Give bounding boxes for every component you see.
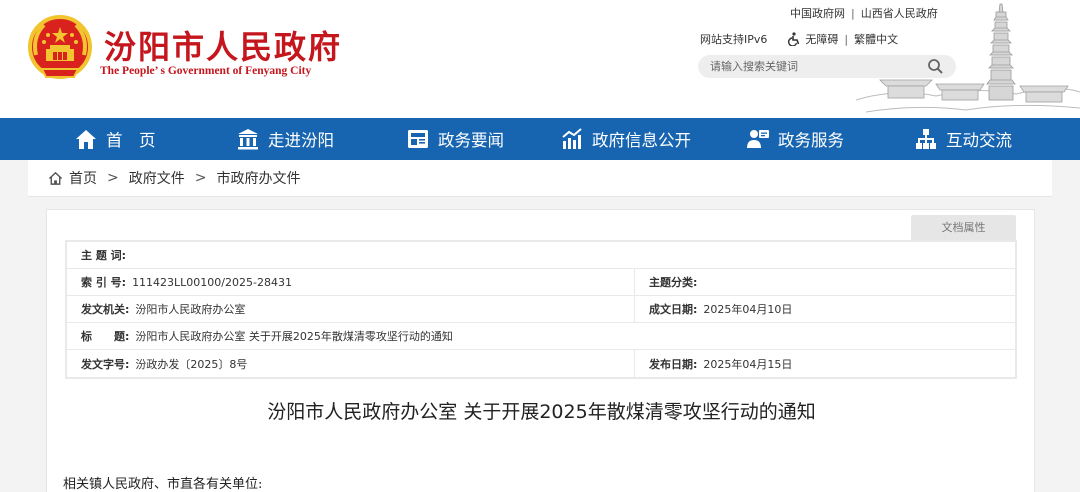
wheelchair-icon bbox=[788, 32, 800, 46]
document-title: 汾阳市人民政府办公室 关于开展2025年散煤清零攻坚行动的通知 bbox=[267, 401, 816, 423]
meta-row-keywords: 主 题 词: bbox=[67, 242, 1015, 269]
meta-label: 主 题 词: bbox=[81, 249, 127, 262]
meta-cell: 成文日期: 2025年04月10日 bbox=[635, 296, 792, 322]
doc-properties-table: 主 题 词: 索 引 号: 111423LL00100/2025-28431 主… bbox=[65, 240, 1017, 379]
breadcrumb-office-docs[interactable]: 市政府办文件 bbox=[216, 168, 300, 188]
site-subtitle: The People’ s Government of Fenyang City bbox=[100, 65, 312, 77]
main-nav: 首 页 走进汾阳 政务要闻 政府信息公开 政务服务 互动交流 bbox=[0, 118, 1080, 160]
breadcrumb-separator: > bbox=[194, 170, 207, 186]
national-emblem-icon bbox=[28, 15, 92, 79]
divider: | bbox=[844, 32, 849, 46]
meta-cell: 标 题: 汾阳市人民政府办公室 关于开展2025年散煤清零攻坚行动的通知 bbox=[67, 323, 1015, 349]
meta-cell: 发文机关: 汾阳市人民政府办公室 bbox=[67, 296, 635, 322]
home-icon bbox=[48, 171, 63, 185]
meta-row-issuer: 发文机关: 汾阳市人民政府办公室 成文日期: 2025年04月10日 bbox=[67, 296, 1015, 323]
pagoda-scenery-icon bbox=[856, 3, 1080, 113]
meta-cell: 主题分类: bbox=[635, 269, 703, 295]
nav-item-news[interactable]: 政务要闻 bbox=[406, 118, 504, 160]
divider: | bbox=[851, 7, 855, 20]
meta-label: 发文字号: bbox=[81, 357, 130, 371]
service-icon bbox=[747, 130, 769, 148]
meta-row-docno: 发文字号: 汾政办发〔2025〕8号 发布日期: 2025年04月15日 bbox=[67, 350, 1015, 377]
meta-cell: 主 题 词: bbox=[67, 242, 1015, 268]
meta-cell: 发文字号: 汾政办发〔2025〕8号 bbox=[67, 350, 635, 377]
meta-label: 索 引 号: bbox=[81, 276, 127, 289]
chart-icon bbox=[562, 128, 582, 149]
newspaper-icon bbox=[408, 130, 428, 148]
breadcrumb-separator: > bbox=[107, 170, 119, 186]
doc-properties-tab[interactable]: 文档属性 bbox=[911, 215, 1016, 240]
meta-label: 标 题: bbox=[81, 330, 130, 343]
meta-label: 成文日期: bbox=[649, 303, 698, 316]
meta-value: 2025年04月15日 bbox=[703, 357, 793, 371]
nav-item-services[interactable]: 政务服务 bbox=[746, 118, 844, 160]
meta-value: 2025年04月10日 bbox=[703, 303, 793, 316]
nav-item-home[interactable]: 首 页 bbox=[74, 118, 156, 160]
building-icon bbox=[238, 129, 258, 150]
nav-label: 互动交流 bbox=[946, 131, 1012, 150]
site-header: 汾阳市人民政府 The People’ s Government of Feny… bbox=[0, 0, 1080, 118]
accessibility-link[interactable]: 无障碍 bbox=[805, 31, 838, 47]
meta-label: 主题分类: bbox=[649, 276, 698, 289]
meta-cell: 索 引 号: 111423LL00100/2025-28431 bbox=[67, 269, 635, 295]
nav-label: 政务要闻 bbox=[438, 131, 504, 150]
breadcrumb-home[interactable]: 首页 bbox=[69, 168, 97, 188]
meta-row-index: 索 引 号: 111423LL00100/2025-28431 主题分类: bbox=[67, 269, 1015, 296]
meta-value: 汾阳市人民政府办公室 关于开展2025年散煤清零攻坚行动的通知 bbox=[135, 330, 453, 343]
nav-item-about[interactable]: 走进汾阳 bbox=[236, 118, 334, 160]
meta-value: 汾政办发〔2025〕8号 bbox=[135, 357, 248, 371]
meta-value: 111423LL00100/2025-28431 bbox=[132, 275, 292, 289]
meta-value: 汾阳市人民政府办公室 bbox=[135, 303, 246, 316]
meta-row-title: 标 题: 汾阳市人民政府办公室 关于开展2025年散煤清零攻坚行动的通知 bbox=[67, 323, 1015, 350]
ipv6-label: 网站支持IPv6 bbox=[700, 33, 768, 46]
link-china-gov[interactable]: 中国政府网 bbox=[790, 5, 845, 21]
meta-label: 发布日期: bbox=[649, 357, 698, 371]
nav-label: 政府信息公开 bbox=[592, 131, 691, 150]
site-title[interactable]: 汾阳市人民政府 bbox=[104, 22, 342, 68]
nav-label: 政务服务 bbox=[778, 131, 844, 150]
meta-cell: 发布日期: 2025年04月15日 bbox=[635, 350, 792, 377]
breadcrumb: 首页 > 政府文件 > 市政府办文件 bbox=[28, 160, 1052, 197]
nav-label: 首 页 bbox=[106, 131, 156, 150]
home-icon bbox=[76, 130, 96, 149]
document-panel: 文档属性 主 题 词: 索 引 号: 111423LL00100/2025-28… bbox=[46, 209, 1035, 492]
document-body-salutation: 相关镇人民政府、市直各有关单位: bbox=[63, 477, 263, 492]
network-icon bbox=[916, 129, 936, 149]
nav-label: 走进汾阳 bbox=[268, 131, 334, 150]
nav-item-interaction[interactable]: 互动交流 bbox=[914, 118, 1012, 160]
breadcrumb-gov-docs[interactable]: 政府文件 bbox=[129, 168, 185, 188]
nav-item-info-disclosure[interactable]: 政府信息公开 bbox=[560, 118, 691, 160]
meta-label: 发文机关: bbox=[81, 303, 130, 316]
